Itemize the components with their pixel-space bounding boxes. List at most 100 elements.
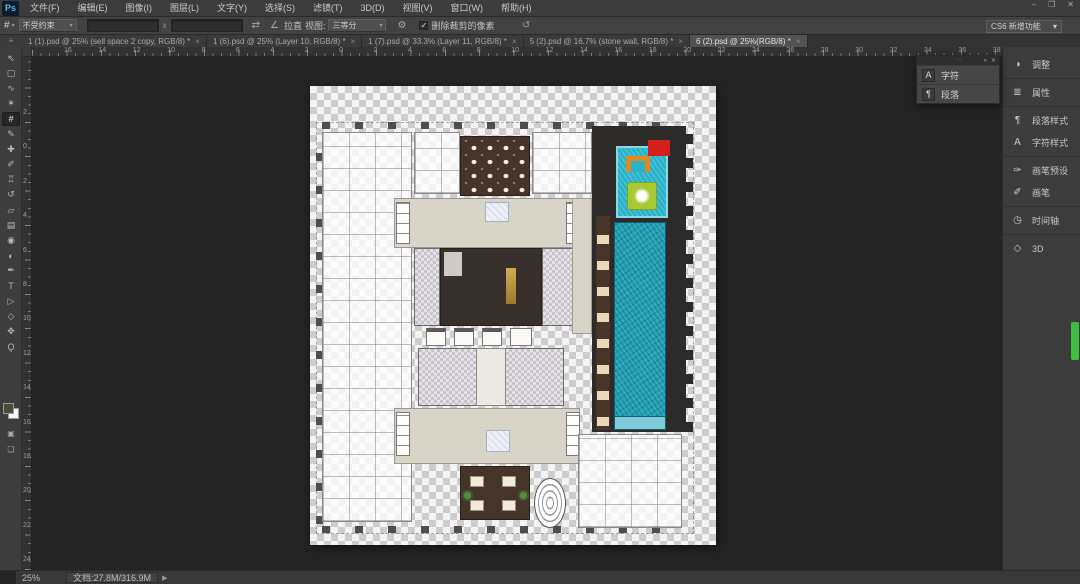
floorplan-lounge-table (502, 500, 516, 511)
crop-tool[interactable]: # (2, 112, 20, 126)
brush-tool[interactable]: ✐ (2, 157, 20, 171)
menu-item[interactable]: 帮助(H) (492, 0, 541, 17)
menu-item[interactable]: 滤镜(T) (304, 0, 352, 17)
crop-height-input[interactable] (171, 19, 243, 32)
reset-icon[interactable]: ↺ (522, 20, 530, 31)
rectangular-marquee-tool[interactable]: ▢ (2, 66, 20, 80)
document-tab[interactable]: 5 (2).psd @ 16.7% (stone wall, RGB/8) * … (524, 35, 690, 47)
tab-area-icon[interactable]: ≡ (0, 35, 22, 47)
tab-close-icon[interactable]: × (512, 37, 517, 46)
dock-button-brush-presets[interactable]: ✑ 画笔预设 (1003, 156, 1080, 181)
dock-button-character-styles[interactable]: A 字符样式 (1003, 131, 1080, 153)
document-tab[interactable]: 1 (1).psd @ 25% (sell space 2 copy, RGB/… (22, 35, 207, 47)
menu-item[interactable]: 文件(F) (21, 0, 69, 17)
menu-item[interactable]: 窗口(W) (442, 0, 493, 17)
panel-icon: A (922, 69, 935, 82)
character-panel-button[interactable]: A 字符 (917, 65, 999, 84)
minimize-icon[interactable]: – (1032, 0, 1036, 9)
ruler-number: 0 (23, 143, 27, 150)
delete-cropped-pixels-checkbox[interactable]: ✓ (419, 21, 428, 30)
swap-dimensions-icon[interactable]: ⇄ (252, 20, 260, 31)
move-tool[interactable]: ⇖ (2, 51, 20, 65)
straighten-label[interactable]: 拉直 (284, 19, 302, 32)
healing-brush-tool[interactable]: ✚ (2, 142, 20, 156)
dock-button-brush[interactable]: ✐ 画笔 (1003, 181, 1080, 203)
horizontal-ruler[interactable]: 1614121086420246810121416182022242628303… (32, 47, 1002, 57)
document-canvas[interactable] (310, 86, 716, 545)
dock-button-adjustments[interactable]: ◑ 调整 (1003, 53, 1080, 75)
ruler-number: 14 (98, 47, 106, 54)
paragraph-panel-button[interactable]: ¶ 段落 (917, 84, 999, 103)
ruler-number: 10 (167, 47, 175, 54)
ruler-number: 14 (580, 47, 588, 54)
crop-ratio-select[interactable]: 不受约束 ▾ (19, 19, 77, 32)
zoom-level-field[interactable]: 25% (22, 573, 40, 583)
close-panel-icon[interactable]: ✕ (991, 57, 996, 64)
screen-mode-button[interactable]: ❏ (2, 445, 20, 457)
dock-button-3d[interactable]: ◇ 3D (1003, 234, 1080, 259)
menu-item[interactable]: 图像(I) (117, 0, 162, 17)
dock-button-properties[interactable]: ≣ 属性 (1003, 78, 1080, 103)
gradient-tool[interactable]: ▤ (2, 218, 20, 232)
tab-close-icon[interactable]: × (678, 37, 683, 46)
tools-panel: ⇖ ▢ ∿ ✶ # ✎ ✚ ✐ ♖ ↺ ▱ ▤ (0, 47, 22, 570)
menu-item[interactable]: 图层(L) (161, 0, 208, 17)
shape-tool[interactable]: ◇ (2, 309, 20, 323)
floorplan-loungers (597, 220, 609, 426)
workspace-switcher[interactable]: CS6 新增功能 ▾ (986, 20, 1062, 33)
tab-close-icon[interactable]: × (195, 37, 200, 46)
document-tab[interactable]: 1 (6).psd @ 25% (Layer 10, RGB/8) * × (207, 35, 362, 47)
ruler-number: 12 (23, 350, 31, 357)
straighten-icon[interactable]: ∠ (270, 20, 279, 31)
menu-item[interactable]: 3D(D) (352, 0, 394, 17)
dock-button-paragraph-styles[interactable]: ¶ 段落样式 (1003, 106, 1080, 131)
tab-close-icon[interactable]: × (351, 37, 356, 46)
gear-icon[interactable]: ⚙ (397, 20, 406, 31)
ruler-number: 16 (614, 47, 622, 54)
floorplan-dining-room (460, 136, 530, 196)
history-brush-tool[interactable]: ↺ (2, 188, 20, 202)
zoom-tool[interactable]: Ϙ (2, 340, 20, 354)
color-swatches[interactable] (3, 403, 19, 419)
ruler-number: 2 (374, 47, 378, 54)
ruler-number: 6 (442, 47, 446, 54)
tool-preset-arrow-icon[interactable]: ▾ (12, 22, 15, 29)
panel-header[interactable]: ⋯ « ✕ (917, 56, 999, 65)
lasso-tool[interactable]: ∿ (2, 81, 20, 95)
tab-close-icon[interactable]: × (796, 37, 801, 46)
menu-item[interactable]: 文字(Y) (208, 0, 256, 17)
crop-width-input[interactable] (87, 19, 159, 32)
status-expander-icon[interactable]: ▶ (162, 574, 167, 582)
menu-item[interactable]: 选择(S) (256, 0, 304, 17)
ruler-number: 38 (993, 47, 1001, 54)
character-paragraph-panel: ⋯ « ✕ A 字符 ¶ 段落 (916, 55, 1000, 104)
eraser-tool[interactable]: ▱ (2, 203, 20, 217)
ruler-number: 10 (511, 47, 519, 54)
restore-icon[interactable]: ❐ (1048, 0, 1055, 9)
dock-button-icon: ≣ (1010, 85, 1025, 100)
quick-selection-tool[interactable]: ✶ (2, 97, 20, 111)
collapse-panel-icon[interactable]: « (984, 58, 987, 64)
hand-tool[interactable]: ✥ (2, 325, 20, 339)
vertical-ruler[interactable]: 20246810121416182022242628 (22, 57, 32, 570)
foreground-color-swatch[interactable] (3, 403, 14, 414)
pen-tool[interactable]: ✒ (2, 264, 20, 278)
menu-item[interactable]: 编辑(E) (69, 0, 117, 17)
ruler-number: 12 (133, 47, 141, 54)
overlay-view-select[interactable]: 三等分 ▾ (328, 19, 386, 32)
close-icon[interactable]: ✕ (1067, 0, 1074, 9)
ruler-number: 8 (23, 281, 27, 288)
document-tab[interactable]: 1 (7).psd @ 33.3% (Layer 11, RGB/8) * × (362, 35, 523, 47)
dock-button-timeline[interactable]: ◷ 时间轴 (1003, 206, 1080, 231)
menu-item[interactable]: 视图(V) (394, 0, 442, 17)
eyedropper-tool[interactable]: ✎ (2, 127, 20, 141)
quick-mask-button[interactable]: ▣ (2, 429, 20, 441)
clone-stamp-tool[interactable]: ♖ (2, 173, 20, 187)
type-tool[interactable]: T (2, 279, 20, 293)
crop-tool-icon[interactable]: # (4, 20, 10, 31)
dock-button-icon: A (1010, 135, 1025, 150)
blur-tool[interactable]: ◉ (2, 233, 20, 247)
dodge-tool[interactable]: ◐ (2, 249, 20, 263)
document-tab[interactable]: 6 (2).psd @ 25%(RGB/8) * × (690, 35, 808, 47)
path-selection-tool[interactable]: ▷ (2, 294, 20, 308)
